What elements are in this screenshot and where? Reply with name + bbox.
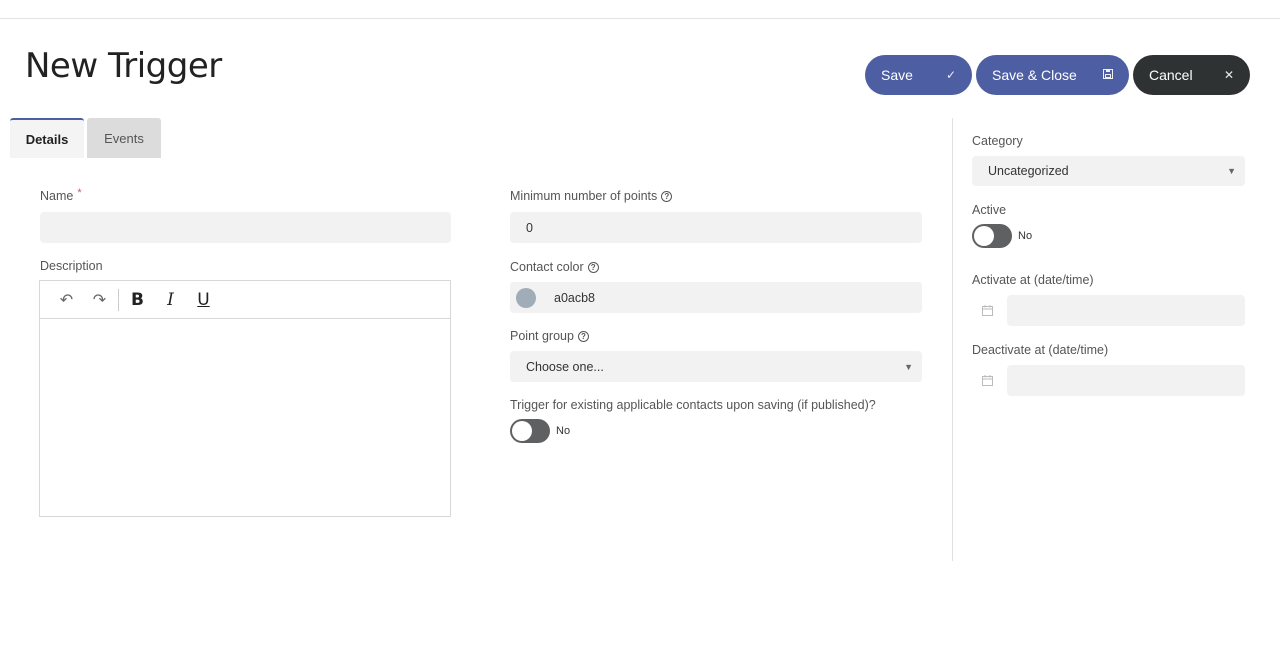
deactivate-at-label: Deactivate at (date/time)	[972, 343, 1109, 357]
close-icon: ✕	[1223, 68, 1234, 82]
category-label: Category	[972, 134, 1023, 148]
top-navbar	[0, 0, 1280, 19]
editor-toolbar: ↶ ↷ B I U	[40, 281, 450, 319]
contact-color-label-text: Contact color	[510, 260, 584, 274]
toggle-knob	[512, 421, 532, 441]
cancel-button[interactable]: Cancel ✕	[1133, 55, 1250, 95]
point-group-label-text: Point group	[510, 329, 574, 343]
chevron-down-icon: ▼	[1227, 166, 1236, 176]
italic-button[interactable]: I	[154, 281, 187, 319]
activate-at-label: Activate at (date/time)	[972, 273, 1094, 287]
contact-color-input[interactable]: a0acb8	[510, 282, 922, 313]
description-editor[interactable]: ↶ ↷ B I U	[39, 280, 451, 517]
min-points-input[interactable]: 0	[510, 212, 922, 243]
help-icon[interactable]: ?	[587, 261, 599, 273]
toggle-knob	[974, 226, 994, 246]
name-label-text: Name	[40, 189, 74, 203]
min-points-label-text: Minimum number of points	[510, 189, 658, 203]
activate-at-input[interactable]	[1007, 295, 1245, 326]
undo-icon[interactable]: ↶	[50, 281, 83, 319]
min-points-label: Minimum number of points ?	[510, 189, 673, 203]
cancel-button-label: Cancel	[1149, 67, 1193, 83]
required-mark: *	[77, 187, 82, 199]
point-group-label: Point group ?	[510, 329, 589, 343]
trigger-existing-value: No	[556, 425, 571, 437]
check-icon: ✓	[945, 68, 956, 82]
description-label: Description	[40, 259, 103, 273]
help-icon[interactable]: ?	[661, 190, 673, 202]
save-icon	[1103, 68, 1113, 82]
calendar-icon	[982, 305, 993, 319]
tab-bar: Details Events	[10, 118, 161, 158]
calendar-icon	[982, 375, 993, 389]
category-value: Uncategorized	[988, 164, 1069, 178]
point-group-select[interactable]: Choose one... ▼	[510, 351, 922, 382]
redo-icon[interactable]: ↷	[83, 281, 116, 319]
name-label: Name *	[40, 187, 82, 203]
deactivate-at-input[interactable]	[1007, 365, 1245, 396]
chevron-down-icon: ▼	[904, 361, 913, 372]
tab-events[interactable]: Events	[87, 118, 161, 158]
save-button-label: Save	[881, 67, 913, 83]
help-icon[interactable]: ?	[577, 330, 589, 342]
active-toggle[interactable]	[972, 224, 1012, 248]
underline-button[interactable]: U	[187, 281, 220, 319]
save-close-button[interactable]: Save & Close	[976, 55, 1129, 95]
sidebar-divider	[952, 118, 953, 561]
contact-color-label: Contact color ?	[510, 260, 599, 274]
save-close-button-label: Save & Close	[992, 67, 1077, 83]
toolbar-separator	[118, 288, 119, 311]
tab-details[interactable]: Details	[10, 118, 84, 158]
save-button[interactable]: Save ✓	[865, 55, 972, 95]
contact-color-value: a0acb8	[554, 290, 596, 305]
bold-button[interactable]: B	[121, 281, 154, 319]
trigger-existing-toggle[interactable]	[510, 419, 550, 443]
point-group-value: Choose one...	[526, 359, 604, 374]
min-points-value: 0	[526, 220, 533, 235]
category-select[interactable]: Uncategorized ▼	[972, 156, 1245, 186]
name-input[interactable]	[40, 212, 451, 243]
trigger-existing-label: Trigger for existing applicable contacts…	[510, 398, 876, 412]
color-swatch[interactable]	[516, 287, 536, 308]
active-value: No	[1018, 230, 1033, 242]
page-title: New Trigger	[25, 46, 222, 86]
active-label: Active	[972, 203, 1007, 217]
